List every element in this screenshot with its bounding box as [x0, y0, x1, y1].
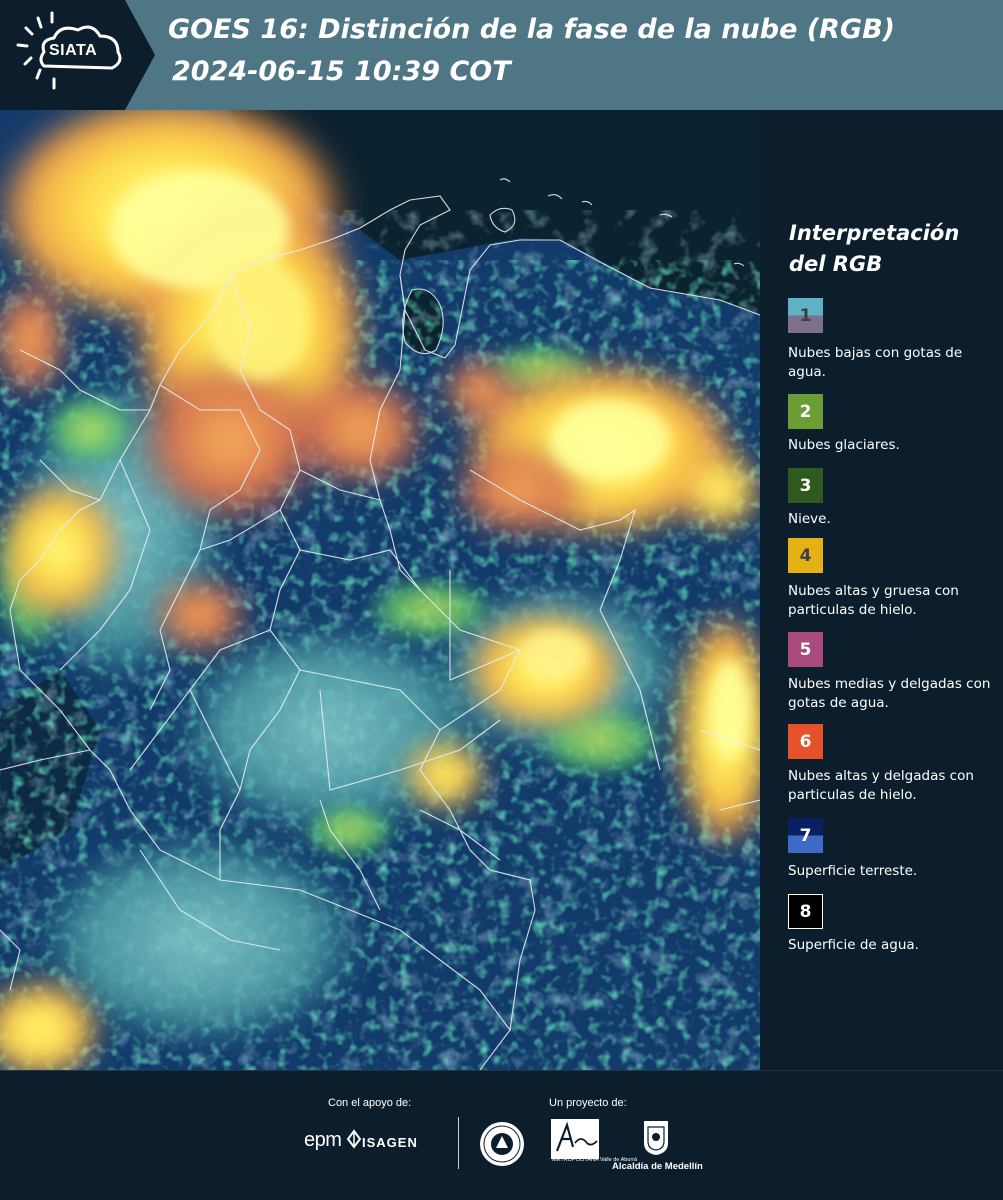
legend-label-1: Nubes bajas con gotas de agua.	[788, 345, 963, 380]
support-label: Con el apoyo de:	[328, 1097, 412, 1109]
isagen-mark-icon	[346, 1129, 362, 1149]
satellite-rgb-map-icon	[0, 110, 760, 1070]
page-timestamp: 2024-06-15 10:39 COT	[172, 56, 511, 87]
legend-number: 7	[799, 825, 812, 846]
isagen-logo[interactable]: ISAGEN	[362, 1135, 418, 1150]
legend-number: 5	[799, 639, 812, 660]
legend-number: 4	[799, 545, 812, 566]
legend-swatch-7: 7	[788, 818, 823, 853]
legend-swatch-3: 3	[788, 468, 823, 503]
logo-text: SIATA	[49, 42, 98, 59]
alcaldia-text: Alcaldía de Medellín	[612, 1161, 703, 1172]
area-metropolitana-logo-icon[interactable]	[551, 1119, 599, 1159]
footer-divider	[458, 1117, 459, 1169]
legend-number: 8	[799, 901, 812, 922]
legend-title: Interpretación del RGB	[789, 221, 960, 276]
footer-bar: Con el apoyo de: Un proyecto de: epm ISA…	[0, 1070, 1003, 1200]
legend-swatch-2: 2	[788, 394, 823, 429]
legend-label-6: Nubes altas y delgadas con particulas de…	[788, 768, 974, 803]
legend-label-8: Superficie de agua.	[788, 937, 919, 953]
legend-label-2: Nubes glaciares.	[788, 437, 900, 453]
university-seal-icon[interactable]	[478, 1120, 526, 1168]
legend-number: 6	[799, 731, 812, 752]
legend-label-3: Nieve.	[788, 511, 831, 527]
legend-swatch-1: 1	[788, 298, 823, 333]
medellin-shield-icon[interactable]	[642, 1119, 670, 1157]
legend-number: 1	[799, 305, 812, 326]
legend-swatch-5: 5	[788, 632, 823, 667]
legend-panel: Interpretación del RGB 1 Nubes bajas con…	[760, 110, 1003, 1070]
satellite-map[interactable]	[0, 110, 760, 1070]
legend-number: 3	[799, 475, 812, 496]
legend-swatch-8: 8	[788, 894, 823, 929]
legend-label-5: Nubes medias y delgadas con gotas de agu…	[788, 676, 991, 711]
page-title: GOES 16: Distinción de la fase de la nub…	[168, 14, 895, 45]
epm-logo[interactable]: epm	[304, 1129, 342, 1152]
legend-label-7: Superficie terreste.	[788, 863, 918, 879]
legend-swatch-4: 4	[788, 538, 823, 573]
project-label: Un proyecto de:	[549, 1097, 627, 1109]
header-bar: SIATA GOES 16: Distinción de la fase de …	[0, 0, 1003, 110]
siata-logo[interactable]: SIATA	[0, 0, 155, 110]
legend-swatch-6: 6	[788, 724, 823, 759]
legend-label-4: Nubes altas y gruesa con particulas de h…	[788, 583, 959, 618]
legend-number: 2	[799, 401, 812, 422]
